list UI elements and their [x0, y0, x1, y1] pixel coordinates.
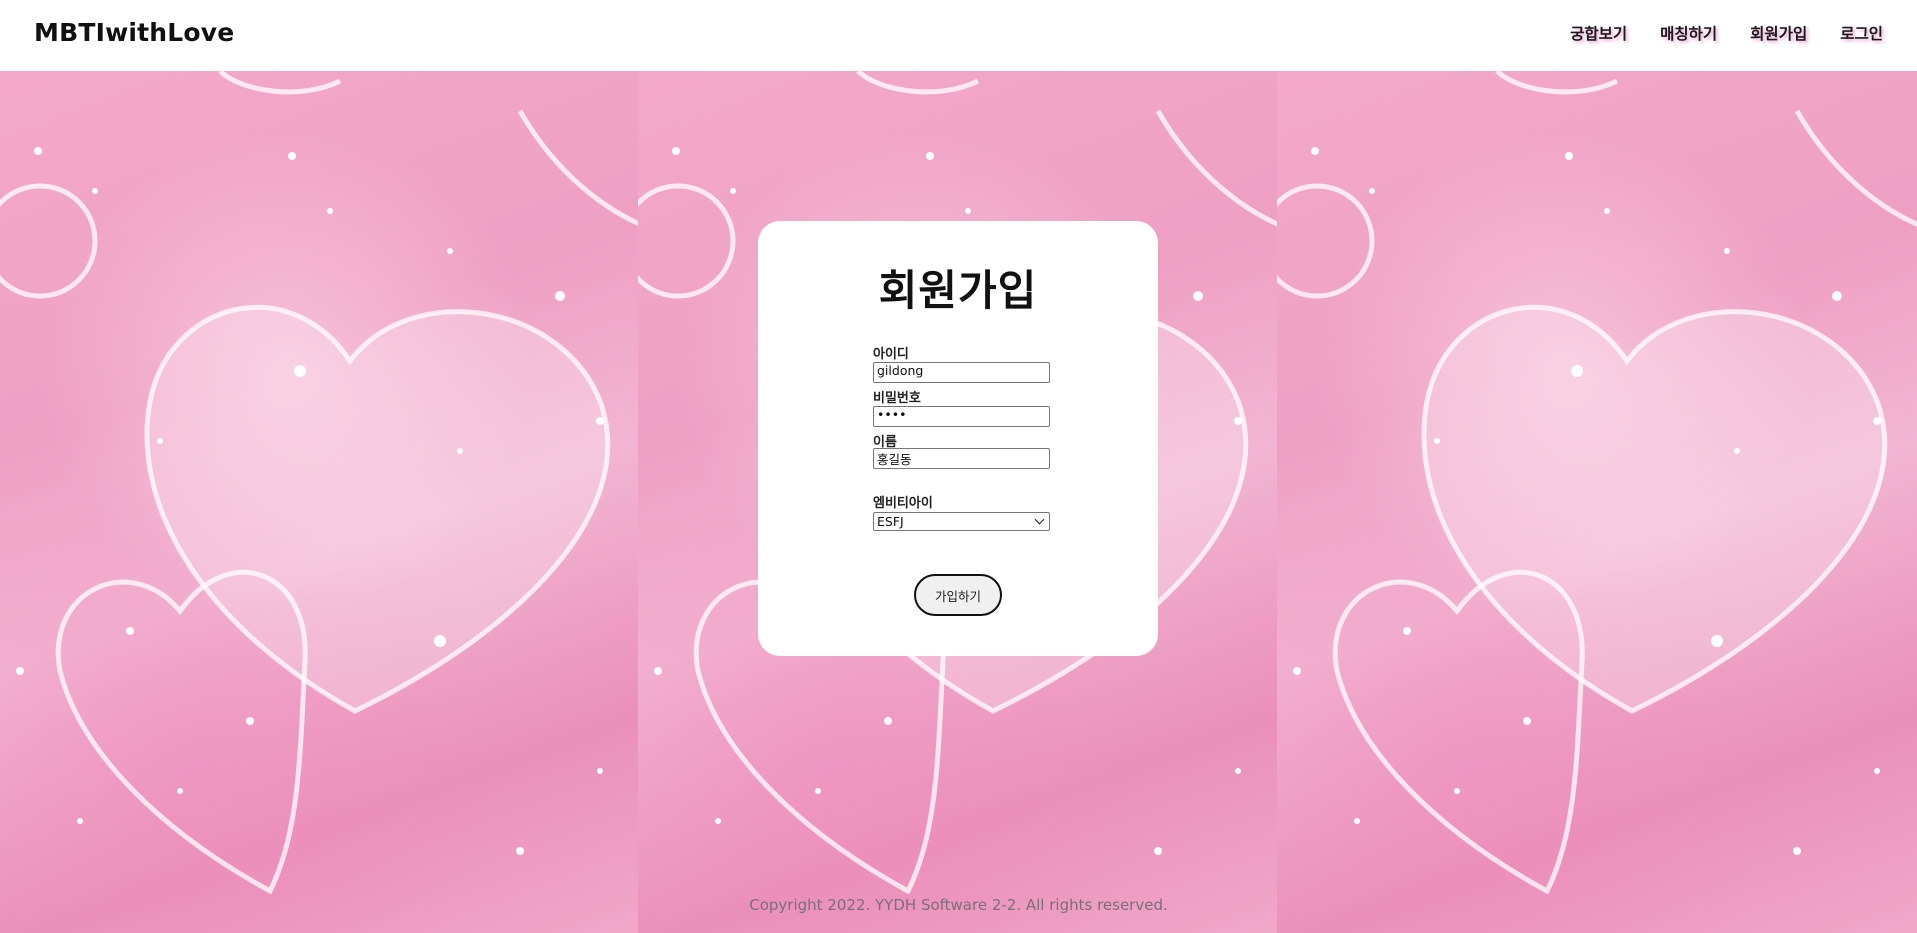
background-panel — [0, 71, 640, 933]
nav-item-compatibility[interactable]: 궁합보기 — [1570, 22, 1627, 44]
signup-submit-button[interactable]: 가입하기 — [914, 574, 1002, 616]
signup-card: 회원가입 아이디 gildong 비밀번호 •••• 이름 홍길동 엠비티아이 … — [758, 221, 1158, 656]
id-label: 아이디 — [873, 347, 909, 362]
top-navbar: MBTIwithLove 궁합보기 매칭하기 회원가입 로그인 — [0, 0, 1917, 71]
id-input[interactable]: gildong — [873, 362, 1050, 383]
footer-copyright: Copyright 2022. YYDH Software 2-2. All r… — [749, 896, 1168, 914]
brand-logo[interactable]: MBTIwithLove — [34, 18, 234, 47]
main-nav: 궁합보기 매칭하기 회원가입 로그인 — [1570, 22, 1883, 44]
chevron-down-icon — [1034, 514, 1045, 525]
bubble-hearts-image — [1277, 71, 1917, 895]
mbti-selected-value: ESFJ — [877, 514, 904, 529]
nav-item-login[interactable]: 로그인 — [1840, 22, 1883, 44]
nav-item-signup[interactable]: 회원가입 — [1750, 22, 1807, 44]
password-label: 비밀번호 — [873, 391, 921, 406]
bubble-hearts-image — [0, 71, 640, 895]
mbti-select[interactable]: ESFJ — [873, 512, 1050, 531]
page-title: 회원가입 — [878, 266, 1038, 315]
mbti-label: 엠비티아이 — [873, 496, 933, 511]
nav-item-matching[interactable]: 매칭하기 — [1660, 22, 1717, 44]
password-input[interactable]: •••• — [873, 406, 1050, 427]
background-panel — [1277, 71, 1917, 933]
name-input[interactable]: 홍길동 — [873, 448, 1050, 469]
